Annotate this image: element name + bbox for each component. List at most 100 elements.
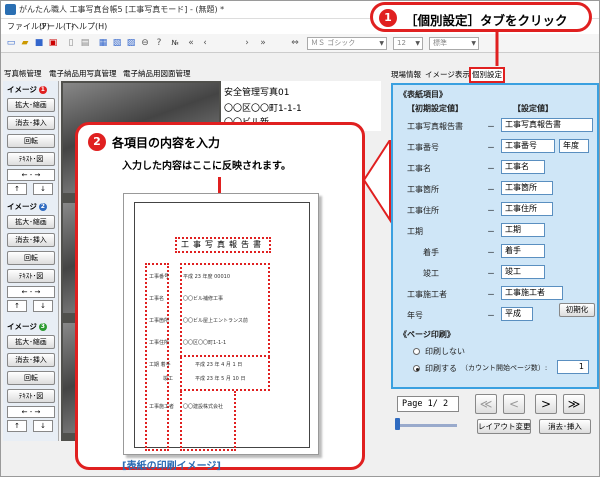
field-completion[interactable]: 竣工 — [501, 265, 545, 279]
erase-insert-button[interactable]: 消去･挿入 — [7, 353, 55, 367]
row-label: 着手 — [423, 248, 439, 257]
left-right-arrows[interactable]: ← - → — [7, 406, 55, 418]
prev-icon[interactable]: ‹ — [199, 37, 211, 49]
radio-no-print[interactable] — [413, 348, 420, 355]
field-start[interactable]: 着手 — [501, 244, 545, 258]
up-arrow-button[interactable]: ↑ — [7, 300, 27, 312]
size-combo[interactable]: 12 ▼ — [393, 37, 423, 50]
preview-row-value: 〇〇ビル屋上エントランス前 — [183, 318, 248, 324]
reset-button[interactable]: 初期化 — [559, 303, 595, 317]
dash: － — [487, 227, 495, 236]
next-icon[interactable]: › — [241, 37, 253, 49]
erase-insert-button[interactable]: 消去･挿入 — [7, 233, 55, 247]
no-icon[interactable]: № — [169, 37, 181, 49]
erase-insert-page-button[interactable]: 消去･挿入 — [539, 419, 591, 434]
zoom-button[interactable]: 拡大･縮画 — [7, 215, 55, 229]
field-project-location[interactable]: 工事箇所 — [501, 181, 553, 195]
rotate-button[interactable]: 回転 — [7, 134, 55, 148]
text-shape-button[interactable]: ﾃｷｽﾄ･図 — [7, 269, 55, 283]
field-project-address[interactable]: 工事住所 — [501, 202, 553, 216]
left-right-arrows[interactable]: ← - → — [7, 286, 55, 298]
field-period[interactable]: 工期 — [501, 223, 545, 237]
paste-icon[interactable]: ▦ — [97, 37, 109, 49]
page-print-section-title: 《ページ印刷》 — [399, 330, 455, 339]
preview-row-label: 工事住所 — [149, 340, 170, 346]
undo-icon[interactable]: ▧ — [111, 37, 123, 49]
callout1-pointer — [495, 30, 499, 66]
erase-insert-button[interactable]: 消去･挿入 — [7, 116, 55, 130]
radio-print[interactable] — [413, 365, 420, 372]
tab-e-delivery-photo[interactable]: 電子納品用写真管理 — [49, 68, 117, 79]
text-shape-button[interactable]: ﾃｷｽﾄ･図 — [7, 152, 55, 166]
down-arrow-button[interactable]: ↓ — [33, 183, 53, 195]
count-start-input[interactable]: 1 — [557, 360, 589, 374]
row-label: 工事写真報告書 — [407, 122, 463, 131]
save-icon[interactable]: ■ — [33, 37, 45, 49]
individual-settings-panel: 《表紙項目》 【初期設定値】 【設定値】 工事写真報告書 － 工事写真報告書 工… — [391, 83, 599, 389]
up-arrow-button[interactable]: ↑ — [7, 183, 27, 195]
image-block-header: イメージ 2 — [7, 202, 47, 211]
last-icon[interactable]: » — [257, 37, 269, 49]
row-label: 工事名 — [407, 164, 431, 173]
dash: － — [487, 248, 495, 257]
prev-page-button[interactable]: < — [503, 394, 525, 414]
badge-1: 1 — [38, 86, 47, 94]
field-fiscal-year[interactable]: 年度 — [559, 139, 589, 153]
redo-icon[interactable]: ▨ — [125, 37, 137, 49]
field-project-name[interactable]: 工事名 — [501, 160, 545, 174]
rotate-button[interactable]: 回転 — [7, 251, 55, 265]
preview-row-value: 〇〇区〇〇町1-1-1 — [183, 340, 227, 346]
page-indicator: Page 1/ 2 — [397, 396, 459, 412]
field-era[interactable]: 平成 — [501, 307, 533, 321]
preview-row-label: 工事名 — [149, 296, 165, 302]
zoom-button[interactable]: 拡大･縮画 — [7, 335, 55, 349]
step-2-text: 各項目の内容を入力 — [112, 136, 221, 150]
field-contractor[interactable]: 工事施工者 — [501, 286, 563, 300]
row-label: 竣工 — [423, 269, 439, 278]
row-label: 工事住所 — [407, 206, 439, 215]
up-arrow-button[interactable]: ↑ — [7, 420, 27, 432]
font-combo[interactable]: ＭＳ ゴシック ▼ — [307, 37, 387, 50]
rotate-button[interactable]: 回転 — [7, 371, 55, 385]
text-shape-button[interactable]: ﾃｷｽﾄ･図 — [7, 389, 55, 403]
help-icon[interactable]: ? — [153, 37, 165, 49]
field-project-number[interactable]: 工事番号 — [501, 139, 555, 153]
tab-e-delivery-drawing[interactable]: 電子納品用図面管理 — [123, 68, 191, 79]
open-icon[interactable]: ▰ — [19, 37, 31, 49]
tab-individual-settings[interactable]: 個別設定 — [469, 67, 505, 83]
zoom-slider[interactable] — [397, 424, 457, 427]
left-tabs: 写真帳管理 電子納品用写真管理 電子納品用図面管理 — [1, 67, 233, 81]
menu-help[interactable]: ヘルプ(H) — [71, 21, 107, 32]
down-arrow-button[interactable]: ↓ — [33, 300, 53, 312]
menu-tools[interactable]: ツール(T) — [39, 21, 74, 32]
cut-icon[interactable]: ▯ — [65, 37, 77, 49]
tab-photo-book[interactable]: 写真帳管理 — [4, 68, 42, 79]
zoom-slider-thumb[interactable] — [395, 418, 400, 430]
window-title: がんたん職人 工事写真台帳5 [工事写真モード] - (無題) * — [19, 5, 225, 14]
first-icon[interactable]: « — [185, 37, 197, 49]
down-arrow-button[interactable]: ↓ — [33, 420, 53, 432]
preview-title: 工事写真報告書 — [175, 237, 271, 253]
tab-image-display[interactable]: イメージ表示 — [425, 69, 470, 80]
row-label: 年号 — [407, 311, 423, 320]
left-right-arrows[interactable]: ← - → — [7, 169, 55, 181]
field-report-title[interactable]: 工事写真報告書 — [501, 118, 593, 132]
dash: － — [487, 185, 495, 194]
tab-site-info[interactable]: 現場情報 — [391, 69, 421, 80]
chevron-down-icon: ▼ — [471, 40, 476, 47]
zoom-button[interactable]: 拡大･縮画 — [7, 98, 55, 112]
last-page-button[interactable]: ≫ — [563, 394, 585, 414]
first-page-button[interactable]: ≪ — [475, 394, 497, 414]
style-combo[interactable]: 標準 ▼ — [429, 37, 479, 50]
page-navigation: Page 1/ 2 ≪ < > ≫ レイアウト変更 消去･挿入 — [391, 391, 599, 441]
right-tabs: 現場情報 イメージ表示 個別設定 — [387, 67, 597, 83]
print-icon[interactable]: ▣ — [47, 37, 59, 49]
zoom-icon[interactable]: ⊖ — [139, 37, 151, 49]
copy-icon[interactable]: ▤ — [79, 37, 91, 49]
new-icon[interactable]: ▭ — [5, 37, 17, 49]
layout-change-button[interactable]: レイアウト変更 — [477, 419, 531, 434]
next-page-button[interactable]: > — [535, 394, 557, 414]
row-label: 工期 — [407, 227, 423, 236]
callout-step-2: 2 各項目の内容を入力 入力した内容はここに反映されます。 工事写真報告書 工事… — [75, 122, 365, 472]
swap-icon[interactable]: ⇔ — [289, 37, 301, 49]
